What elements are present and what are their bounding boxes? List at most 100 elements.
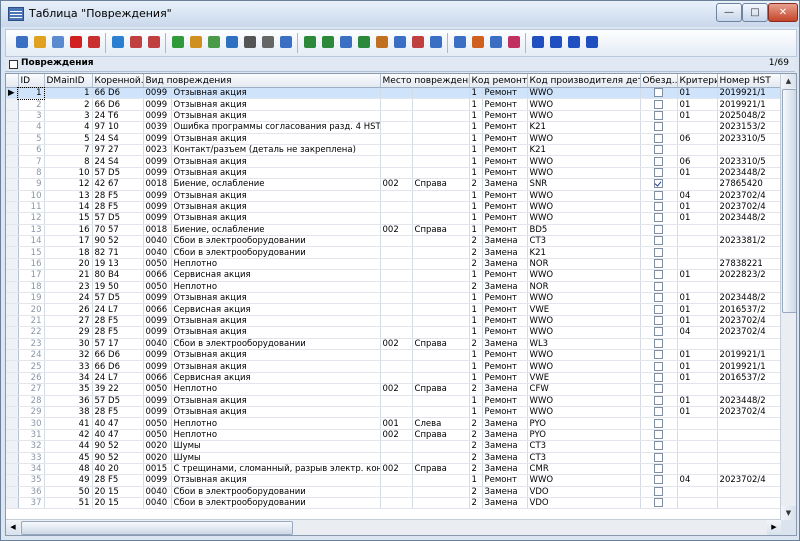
row-indicator[interactable] bbox=[6, 110, 19, 123]
table-cell[interactable]: 42 67 bbox=[92, 178, 144, 191]
table-cell[interactable]: 17 bbox=[18, 269, 45, 282]
table-cell[interactable]: Отзывная акция bbox=[171, 360, 381, 373]
table-cell[interactable]: 19 bbox=[18, 292, 45, 305]
table-cell[interactable]: Ремонт bbox=[482, 395, 528, 407]
sort-filter-icon[interactable] bbox=[206, 34, 222, 50]
table-cell[interactable]: WWO bbox=[527, 326, 641, 339]
table-cell[interactable]: Отзывная акция bbox=[171, 133, 381, 145]
table-cell[interactable]: 24 bbox=[44, 292, 93, 305]
scroll-up-icon[interactable]: ▲ bbox=[781, 74, 796, 88]
table-cell[interactable]: 40 20 bbox=[92, 463, 144, 476]
table-cell[interactable] bbox=[677, 258, 718, 271]
bypass-checkbox[interactable] bbox=[640, 87, 678, 100]
table-cell[interactable]: 0050 bbox=[143, 417, 172, 430]
vertical-scrollbar[interactable]: ▲ ▼ bbox=[780, 74, 796, 520]
table-cell[interactable]: 4 bbox=[18, 121, 45, 134]
table-cell[interactable]: Ремонт bbox=[482, 360, 528, 373]
table-cell[interactable]: 01 bbox=[677, 406, 718, 419]
checkbox-icon[interactable] bbox=[653, 270, 663, 280]
checkbox-icon[interactable] bbox=[653, 133, 663, 143]
table-cell[interactable]: 2 bbox=[469, 463, 483, 476]
bypass-checkbox[interactable] bbox=[640, 406, 678, 419]
table-cell[interactable]: Отзывная акция bbox=[171, 110, 381, 123]
table-cell[interactable]: Замена bbox=[482, 178, 528, 191]
table-cell[interactable]: WWO bbox=[527, 269, 641, 282]
table-cell[interactable]: 3 bbox=[18, 110, 45, 123]
row-indicator[interactable] bbox=[6, 98, 19, 111]
column-header[interactable]: Вид повреждения bbox=[143, 74, 381, 88]
table-cell[interactable]: 40 47 bbox=[92, 417, 144, 430]
table-cell[interactable]: Отзывная акция bbox=[171, 326, 381, 339]
table-cell[interactable] bbox=[412, 246, 470, 259]
table-cell[interactable]: Отзывная акция bbox=[171, 87, 381, 100]
table-row[interactable]: 36 50 20 15 0040 Сбои в электрооборудовании 2… bbox=[6, 486, 783, 499]
table-cell[interactable]: Ремонт bbox=[482, 121, 528, 134]
column-header[interactable]: Обезд... bbox=[640, 74, 678, 88]
table-row[interactable]: 35 49 28 F5 0099 Отзывная акция 1 Ремонт WWO 04 2… bbox=[6, 474, 783, 487]
table-cell[interactable]: 0099 bbox=[143, 326, 172, 339]
table-cell[interactable]: 06 bbox=[677, 133, 718, 145]
preview-icon[interactable] bbox=[278, 34, 294, 50]
table-cell[interactable] bbox=[412, 372, 470, 385]
table-cell[interactable] bbox=[677, 429, 718, 442]
table-cell[interactable]: 80 B4 bbox=[92, 269, 144, 282]
table-cell[interactable]: 0020 bbox=[143, 440, 172, 453]
checkbox-icon[interactable] bbox=[653, 236, 663, 246]
table-cell[interactable]: WWO bbox=[527, 87, 641, 100]
table-cell[interactable]: 27838221 bbox=[717, 258, 783, 271]
table-cell[interactable]: 2023381/2 bbox=[717, 235, 783, 248]
table-cell[interactable]: 04 bbox=[677, 190, 718, 202]
table-cell[interactable]: 57 D5 bbox=[92, 292, 144, 305]
row-indicator[interactable] bbox=[6, 360, 19, 373]
table-cell[interactable]: Ремонт bbox=[482, 406, 528, 419]
table-cell[interactable] bbox=[380, 201, 413, 214]
table-cell[interactable] bbox=[380, 98, 413, 111]
bypass-checkbox[interactable] bbox=[640, 417, 678, 430]
filter-add-icon[interactable] bbox=[128, 34, 144, 50]
table-cell[interactable]: 1 bbox=[469, 167, 483, 180]
table-cell[interactable]: 1 bbox=[469, 315, 483, 328]
table-cell[interactable]: 0040 bbox=[143, 246, 172, 259]
table-cell[interactable]: Ремонт bbox=[482, 212, 528, 225]
table-row[interactable]: 32 44 90 52 0020 Шумы 2 Замена CT3 bbox=[6, 440, 783, 453]
table-row[interactable]: ▶ 1 1 66 D6 0099 Отзывная акция 1 Ремонт WWO 01 20… bbox=[6, 86, 783, 100]
table-cell[interactable]: 2016537/2 bbox=[717, 372, 783, 385]
table-cell[interactable]: Сбои в электрооборудовании bbox=[171, 338, 381, 351]
table-cell[interactable]: С трещинами, сломанный, разрыв электр. к… bbox=[171, 463, 381, 476]
table-cell[interactable] bbox=[380, 121, 413, 134]
binoculars-icon[interactable] bbox=[242, 34, 258, 50]
table-cell[interactable]: 40 47 bbox=[92, 429, 144, 442]
table-row[interactable]: 5 5 24 S4 0099 Отзывная акция 1 Ремонт WWO 06 202… bbox=[6, 133, 783, 145]
table-cell[interactable]: Замена bbox=[482, 463, 528, 476]
checkbox-icon[interactable] bbox=[653, 486, 663, 496]
table-cell[interactable]: 2019921/1 bbox=[717, 87, 783, 100]
edit-icon[interactable] bbox=[32, 34, 48, 50]
table-cell[interactable] bbox=[717, 246, 783, 259]
row-indicator[interactable] bbox=[6, 155, 19, 168]
table-cell[interactable]: 1 bbox=[469, 212, 483, 225]
table-cell[interactable]: 0020 bbox=[143, 452, 172, 464]
table-cell[interactable]: 14 bbox=[18, 235, 45, 248]
table-cell[interactable]: 1 bbox=[469, 121, 483, 134]
table-cell[interactable]: 19 50 bbox=[92, 281, 144, 294]
table-cell[interactable]: 10 bbox=[18, 190, 45, 202]
table-cell[interactable]: 24 T6 bbox=[92, 110, 144, 123]
row-indicator[interactable] bbox=[6, 167, 19, 180]
table-cell[interactable]: Ремонт bbox=[482, 133, 528, 145]
table-row[interactable]: 18 23 19 50 0050 Неплотно 2 Замена NOR bbox=[6, 281, 783, 294]
table-cell[interactable]: 20 bbox=[44, 258, 93, 271]
table-cell[interactable]: 1 bbox=[469, 155, 483, 168]
table-row[interactable]: 16 20 19 13 0050 Неплотно 2 Замена NOR 27838221 bbox=[6, 258, 783, 271]
table-row[interactable]: 3 3 24 T6 0099 Отзывная акция 1 Ремонт WWO 01 202… bbox=[6, 110, 783, 123]
table-cell[interactable]: K21 bbox=[527, 144, 641, 157]
table-cell[interactable] bbox=[717, 486, 783, 499]
table-cell[interactable]: 37 bbox=[18, 497, 45, 510]
table-cell[interactable] bbox=[717, 338, 783, 351]
table-cell[interactable] bbox=[380, 235, 413, 248]
table-cell[interactable]: Отзывная акция bbox=[171, 395, 381, 407]
table-cell[interactable]: 1 bbox=[469, 190, 483, 202]
bypass-checkbox[interactable] bbox=[640, 269, 678, 282]
table-cell[interactable] bbox=[412, 440, 470, 453]
table-cell[interactable]: 0099 bbox=[143, 349, 172, 362]
next-icon[interactable] bbox=[566, 34, 582, 50]
